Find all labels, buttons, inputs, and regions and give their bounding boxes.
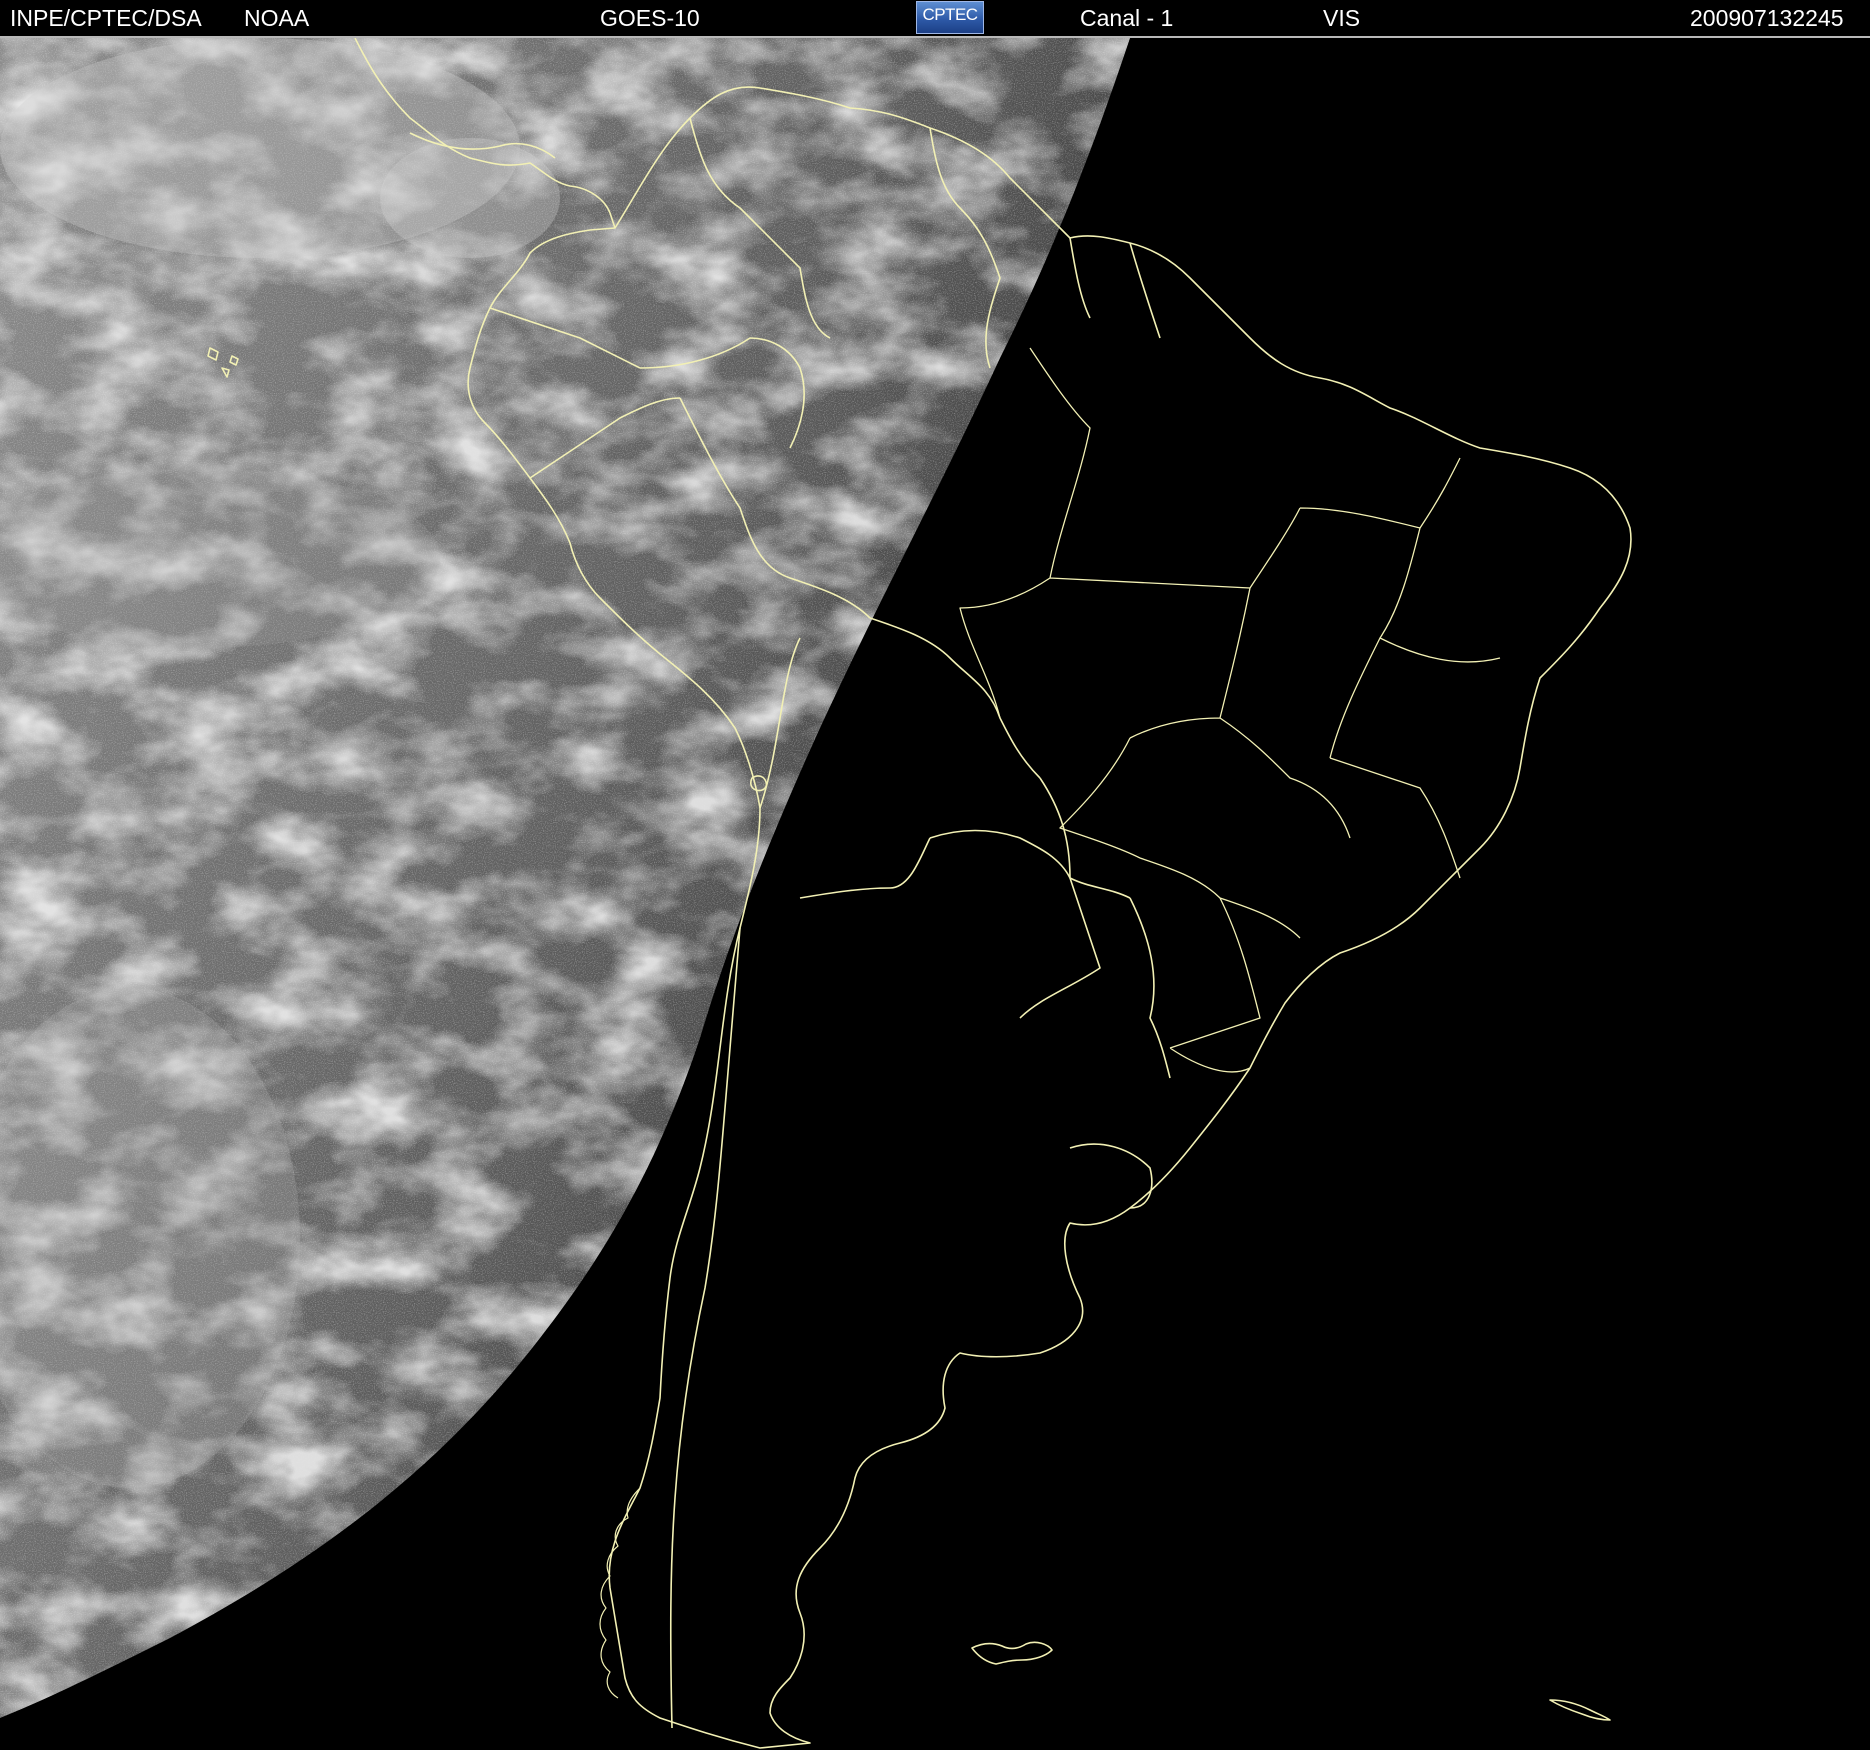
- agency-label: INPE/CPTEC/DSA: [10, 5, 202, 31]
- satellite-imagery-svg: [0, 38, 1870, 1750]
- satellite-imagery: [0, 38, 1870, 1750]
- satellite-label: GOES-10: [600, 5, 700, 31]
- image-header-bar: INPE/CPTEC/DSA NOAA GOES-10 CPTEC Canal …: [0, 0, 1870, 38]
- satellite-image-frame: INPE/CPTEC/DSA NOAA GOES-10 CPTEC Canal …: [0, 0, 1870, 1750]
- cptec-logo-text: CPTEC: [922, 5, 978, 24]
- provider-label: NOAA: [244, 5, 310, 31]
- band-label: VIS: [1323, 5, 1361, 31]
- channel-label: Canal - 1: [1080, 5, 1174, 31]
- timestamp-label: 200907132245: [1690, 5, 1844, 31]
- cptec-logo: CPTEC: [916, 1, 984, 34]
